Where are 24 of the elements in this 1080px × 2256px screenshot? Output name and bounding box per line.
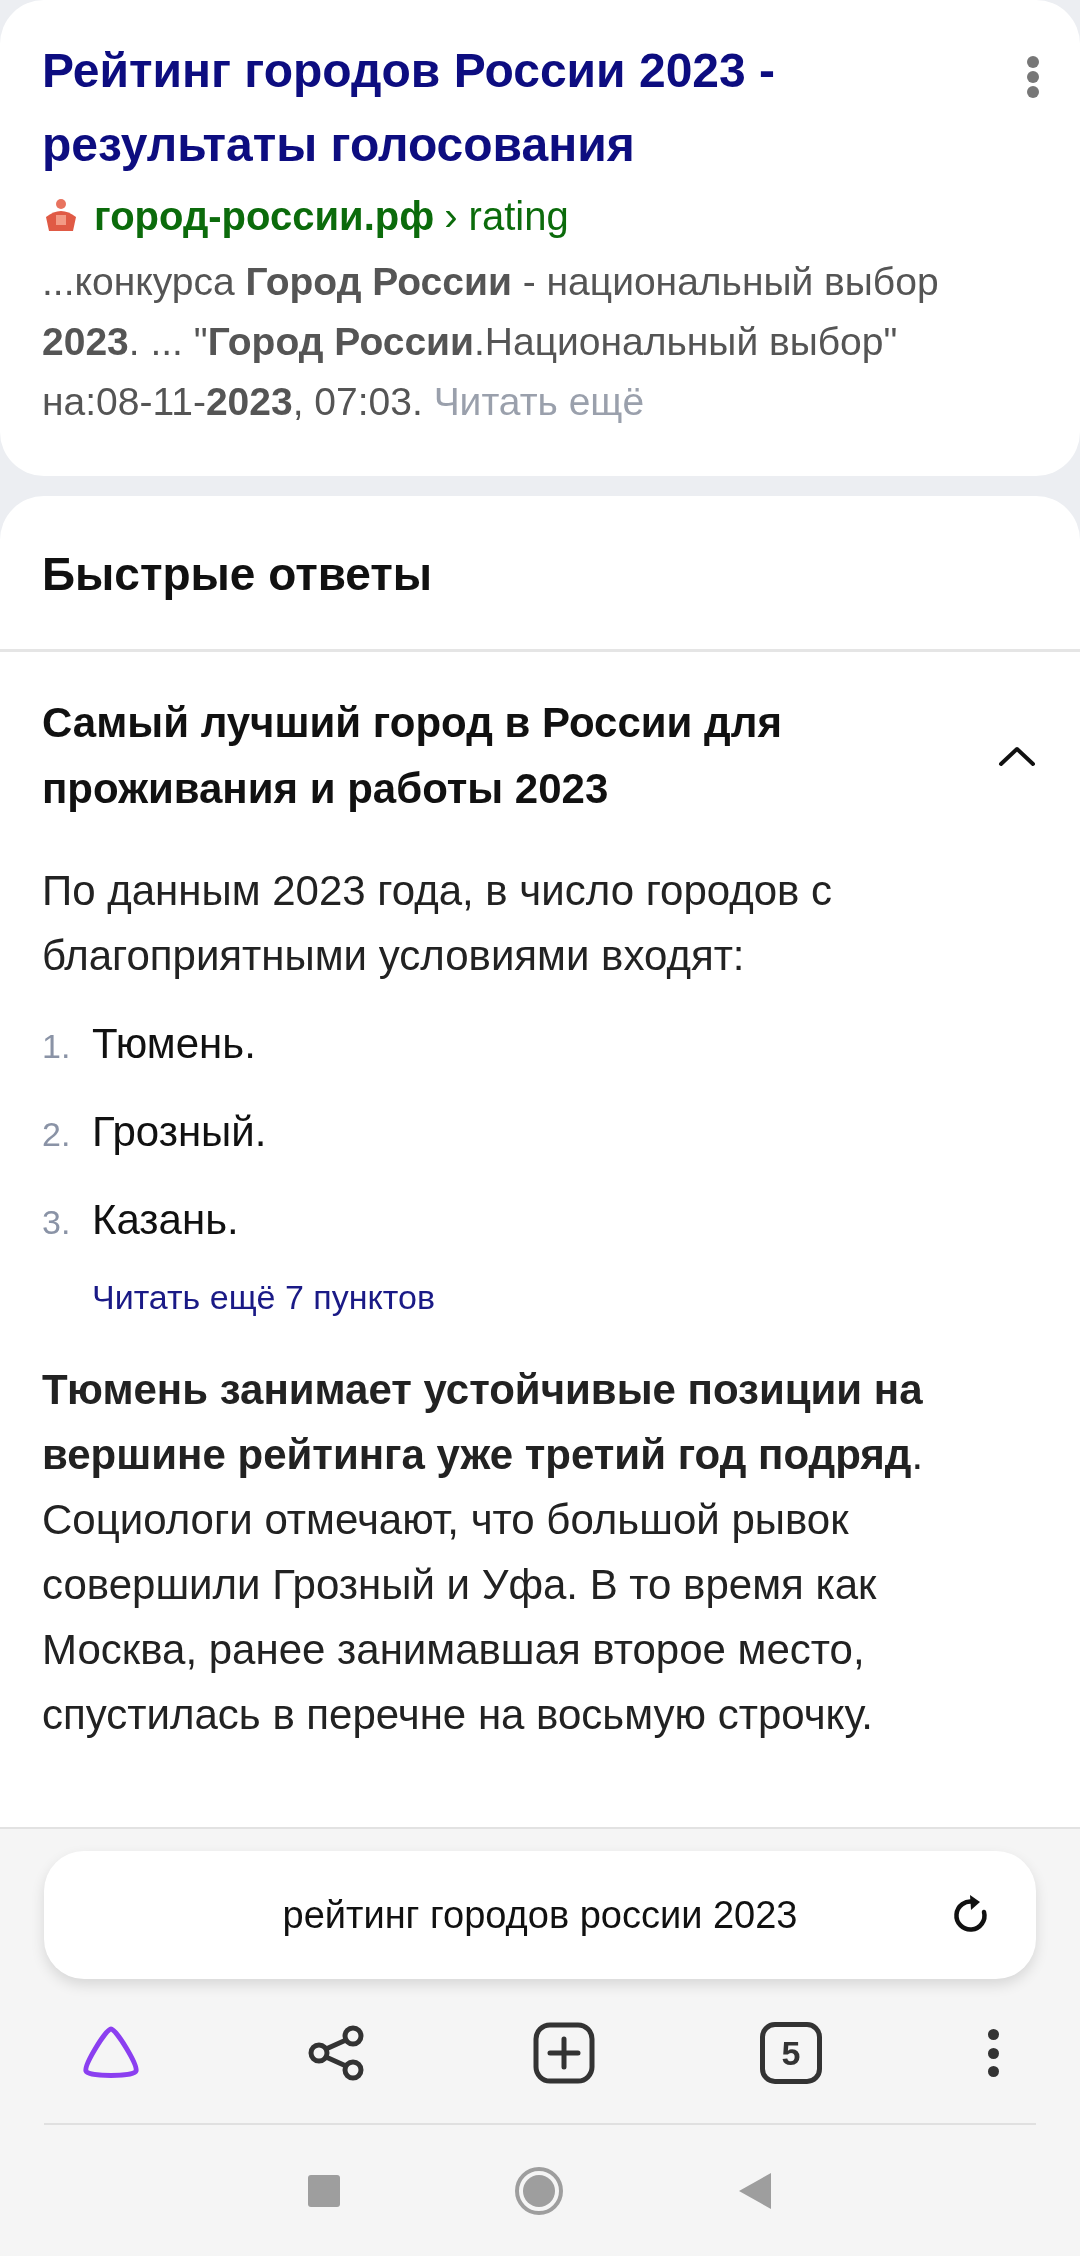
question-header[interactable]: Самый лучший город в России для проживания и работы 2023 bbox=[0, 652, 1080, 822]
list-number: 3. bbox=[42, 1202, 72, 1243]
search-field[interactable]: рейтинг городов россии 2023 bbox=[44, 1851, 1036, 1979]
more-options-icon[interactable] bbox=[1026, 56, 1040, 98]
list-item-text: Грозный. bbox=[92, 1107, 267, 1157]
list-number: 2. bbox=[42, 1114, 72, 1155]
result-title-link[interactable]: Рейтинг городов России 2023 - результаты голосования bbox=[42, 34, 942, 182]
answer-summary: Тюмень занимает устойчивые позиции на вершине рейтинга уже третий год подряд. Социологи отмечают, что большой рывок совершили Грозный и Уфа. В то время как Москва, ранее занимавшая второе место, спустилась в перечне на восьмую строчку. bbox=[42, 1365, 925, 1740]
assistant-icon[interactable] bbox=[80, 2025, 142, 2081]
home-icon[interactable] bbox=[514, 2165, 564, 2216]
back-icon[interactable] bbox=[737, 2170, 774, 2211]
menu-icon[interactable] bbox=[986, 2029, 1000, 2077]
site-path: › rating bbox=[444, 193, 569, 240]
list-item-text: Казань. bbox=[92, 1195, 239, 1245]
recent-apps-icon[interactable] bbox=[306, 2173, 341, 2208]
list-number: 1. bbox=[42, 1026, 72, 1067]
list-item-text: Тюмень. bbox=[92, 1019, 256, 1069]
read-more-link[interactable]: Читать ещё 7 пунктов bbox=[92, 1272, 435, 1323]
tab-count-button[interactable]: 5 bbox=[760, 2022, 822, 2084]
new-tab-icon[interactable] bbox=[532, 2021, 596, 2085]
answer-text: По данным 2023 года, в число городов с благоприятными условиями входят: bbox=[42, 866, 834, 981]
result-snippet: ...конкурса Город России - национальный выбор 2023. ... "Город России.Национальный выбор" на:08-11-2023, 07:03. Читать ещё bbox=[42, 259, 940, 425]
section-heading: Быстрые ответы bbox=[41, 547, 434, 602]
site-domain-link[interactable]: город-россии.рф bbox=[94, 186, 435, 246]
